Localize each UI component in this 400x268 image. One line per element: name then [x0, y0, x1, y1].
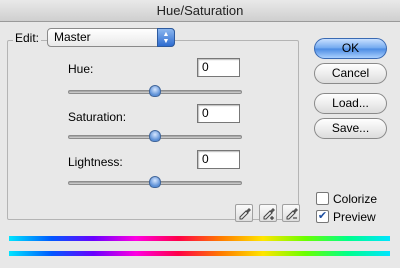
lightness-label: Lightness: [68, 155, 123, 169]
hue-slider-thumb[interactable] [149, 85, 161, 97]
lightness-input[interactable]: 0 [197, 150, 240, 169]
eyedropper-plus-icon [263, 208, 275, 220]
hue-saturation-dialog: Edit: Master ▲ ▼ Hue: 0 Saturation: 0 Lig… [0, 22, 400, 268]
colorize-checkbox[interactable] [316, 192, 329, 205]
eyedropper-minus-icon [286, 208, 298, 220]
ok-button[interactable]: OK [314, 38, 387, 59]
edit-channel-value: Master [54, 30, 91, 44]
edit-label: Edit: [13, 31, 42, 45]
save-button[interactable]: Save... [314, 118, 387, 139]
eyedropper-icon [239, 208, 251, 220]
lightness-slider-thumb[interactable] [149, 176, 161, 188]
eyedropper-button[interactable] [235, 204, 253, 222]
saturation-slider-thumb[interactable] [149, 130, 161, 142]
eyedropper-plus-button[interactable] [259, 204, 277, 222]
colorize-label: Colorize [333, 192, 378, 206]
saturation-label: Saturation: [68, 110, 127, 124]
input-color-spectrum-bar [9, 236, 390, 241]
window-title: Hue/Saturation [0, 0, 400, 22]
preview-checkbox[interactable]: ✔ [316, 210, 329, 223]
hue-label: Hue: [68, 62, 94, 76]
dropdown-arrows-icon: ▲ ▼ [157, 28, 175, 47]
cancel-button[interactable]: Cancel [314, 63, 387, 84]
hue-input[interactable]: 0 [197, 58, 240, 77]
load-button[interactable]: Load... [314, 93, 387, 114]
preview-label: Preview [333, 210, 376, 224]
eyedropper-minus-button[interactable] [282, 204, 300, 222]
saturation-input[interactable]: 0 [197, 104, 240, 123]
output-color-spectrum-bar [9, 251, 390, 256]
edit-channel-dropdown[interactable]: Master ▲ ▼ [47, 28, 175, 47]
